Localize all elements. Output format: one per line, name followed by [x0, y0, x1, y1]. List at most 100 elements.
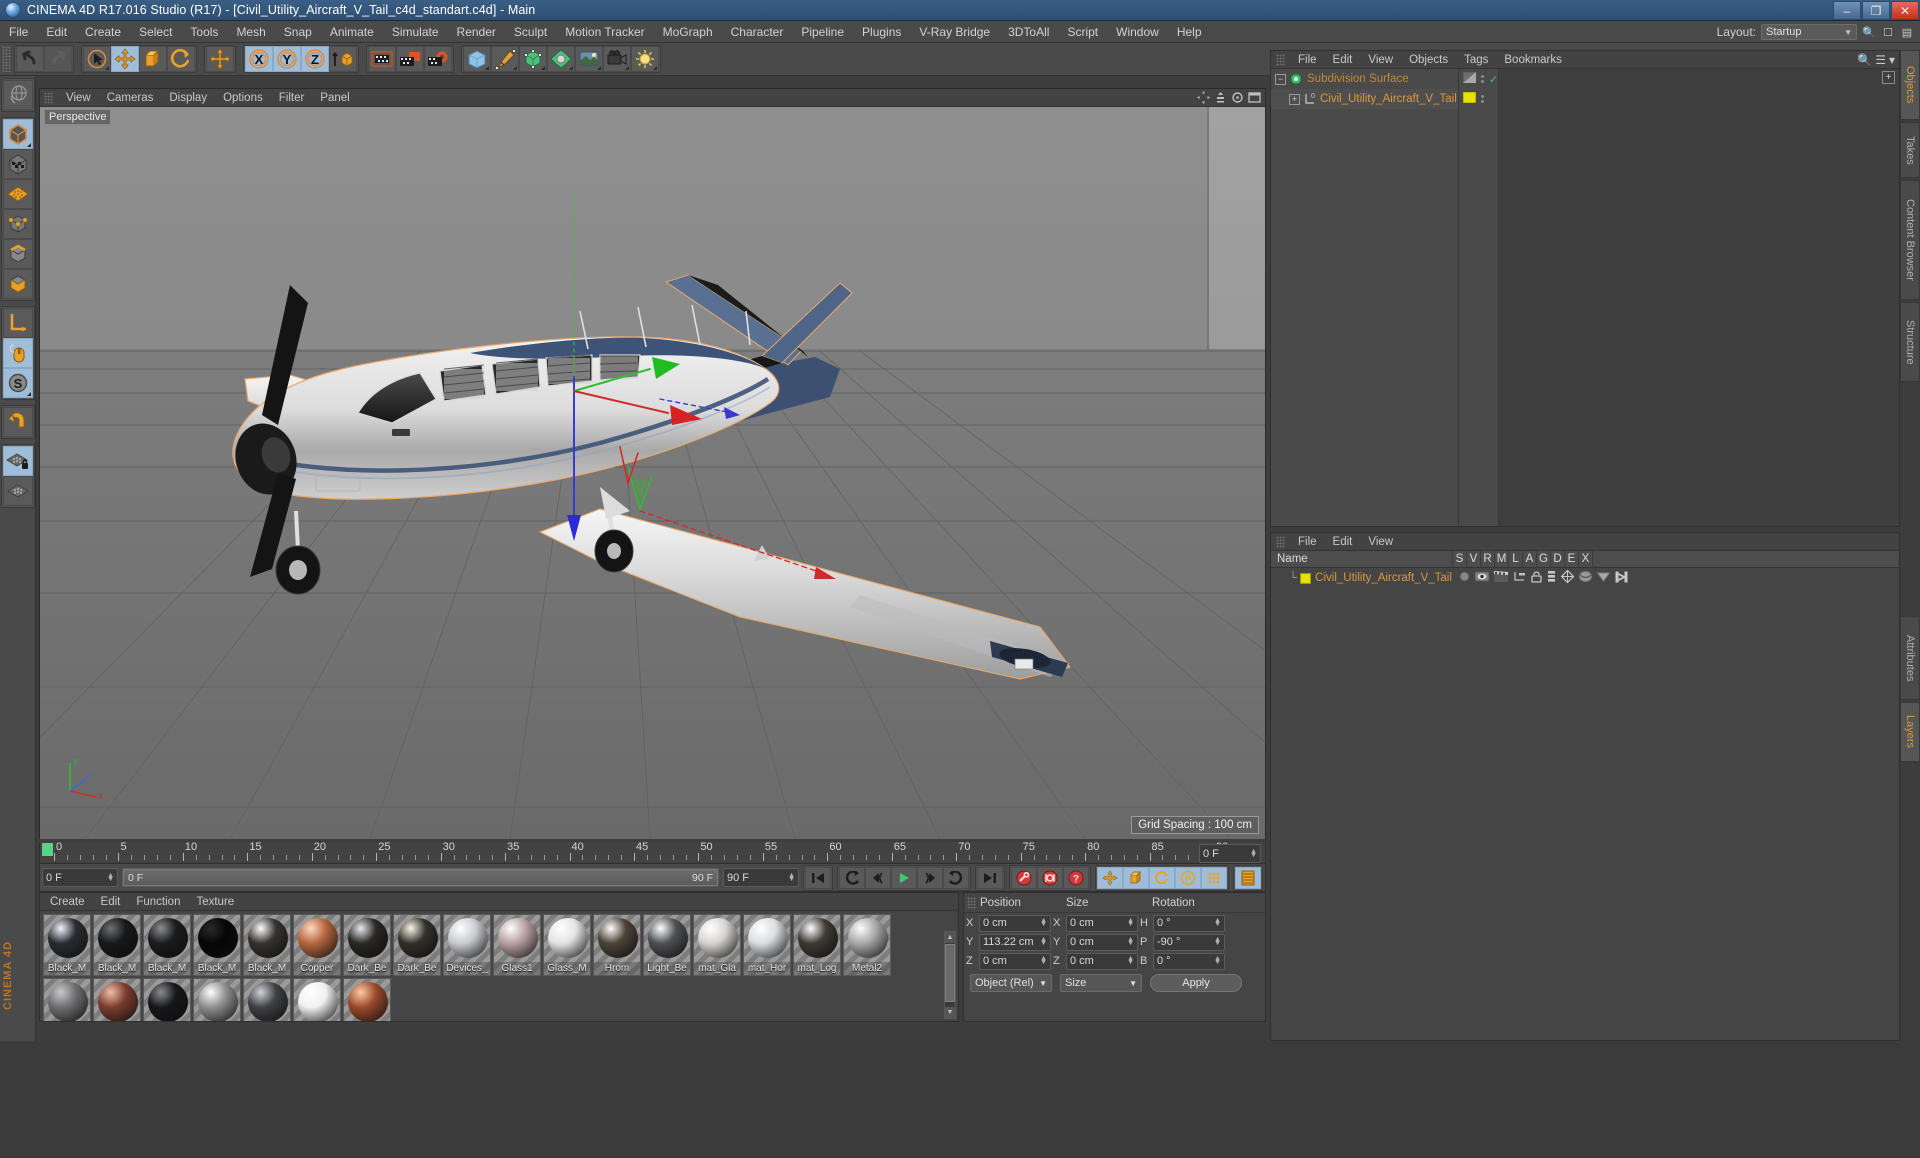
step-back-button[interactable]	[865, 866, 891, 889]
menu-item-edit[interactable]: Edit	[37, 21, 76, 43]
material-swatch[interactable]	[193, 978, 241, 1021]
spinner-icon[interactable]: ▲ ▼	[1040, 955, 1047, 966]
material-swatch[interactable]	[243, 978, 291, 1021]
tab-layers[interactable]: Layers	[1900, 702, 1920, 762]
animation-icon[interactable]	[1547, 570, 1556, 586]
material-swatch[interactable]: Glass_M	[543, 914, 591, 976]
layer-name-cell[interactable]: └ Civil_Utility_Aircraft_V_Tail	[1271, 572, 1453, 584]
undo-view-button[interactable]	[2, 80, 33, 110]
go-to-end-button[interactable]	[977, 866, 1003, 889]
size-x-field[interactable]: 0 cm ▲ ▼	[1066, 914, 1138, 932]
visible-eye-icon[interactable]	[1474, 571, 1490, 585]
scroll-down-icon[interactable]: ▼	[945, 1007, 955, 1018]
viewport-menu-panel[interactable]: Panel	[312, 89, 357, 107]
viewport-menu-cameras[interactable]: Cameras	[99, 89, 162, 107]
object-manager-grip[interactable]	[1276, 53, 1285, 66]
points-mode-button[interactable]	[2, 209, 33, 239]
viewport-maximize-icon[interactable]	[1248, 91, 1261, 107]
material-menu-create[interactable]: Create	[42, 893, 93, 911]
menu-item-file[interactable]: File	[0, 21, 37, 43]
layer-menu-file[interactable]: File	[1290, 533, 1325, 551]
layer-menu-view[interactable]: View	[1360, 533, 1401, 551]
step-forward-button[interactable]	[917, 866, 943, 889]
solo-dot-icon[interactable]	[1459, 571, 1470, 585]
material-swatch[interactable]: mat_Log	[793, 914, 841, 976]
timeline-range-scrollbar[interactable]: 0 F 90 F	[122, 868, 719, 887]
check-icon[interactable]: ✓	[1489, 73, 1498, 86]
position-y-field[interactable]: 113.22 cm ▲ ▼	[979, 933, 1051, 951]
object-menu-edit[interactable]: Edit	[1325, 51, 1361, 69]
spinner-icon[interactable]: ▲ ▼	[1127, 917, 1134, 928]
menu-item-simulate[interactable]: Simulate	[383, 21, 448, 43]
record-pla-button[interactable]	[1201, 866, 1227, 889]
spinner-icon[interactable]: ▲ ▼	[1214, 936, 1221, 947]
menu-item-motion-tracker[interactable]: Motion Tracker	[556, 21, 653, 43]
material-scrollbar[interactable]: ▲ ▼	[944, 931, 956, 1019]
size-z-field[interactable]: 0 cm ▲ ▼	[1066, 952, 1138, 970]
model-mode-button[interactable]	[2, 119, 33, 149]
material-swatch[interactable]: Metal2	[843, 914, 891, 976]
magnet-tool-button[interactable]	[2, 407, 33, 437]
material-swatch[interactable]: Black_M	[143, 914, 191, 976]
viewport-3d-canvas[interactable]: Perspective Grid Spacing : 100 cm Y X Z	[40, 107, 1265, 839]
object-tag-column[interactable]: ✓	[1459, 69, 1499, 526]
menu-item-3dtoall[interactable]: 3DToAll	[999, 21, 1058, 43]
texture-mode-button[interactable]	[2, 149, 33, 179]
object-row-subdivision-surface[interactable]: − Subdivision Surface	[1271, 69, 1458, 89]
material-swatch[interactable]: Metal2_	[43, 978, 91, 1021]
tab-attributes[interactable]: Attributes	[1900, 616, 1920, 700]
add-environment-button[interactable]	[575, 46, 603, 72]
render-clapper-icon[interactable]	[1494, 571, 1508, 585]
position-x-field[interactable]: 0 cm ▲ ▼	[979, 914, 1051, 932]
timeline-ruler[interactable]: 051015202530354045505560657075808590 0 F…	[40, 841, 1265, 863]
menu-item-create[interactable]: Create	[76, 21, 130, 43]
tab-objects[interactable]: Objects	[1900, 50, 1920, 120]
size-mode-dropdown[interactable]: Size ▼	[1060, 974, 1142, 992]
material-swatch[interactable]: Black_M	[193, 914, 241, 976]
spinner-icon[interactable]: ▲ ▼	[1127, 936, 1134, 947]
add-camera-button[interactable]	[603, 46, 631, 72]
spinner-icon[interactable]: ▲ ▼	[1127, 955, 1134, 966]
material-swatch[interactable]: Devices_	[443, 914, 491, 976]
visibility-toggle-dots[interactable]	[1481, 75, 1484, 83]
spinner-icon[interactable]: ▲ ▼	[1040, 917, 1047, 928]
material-swatch[interactable]: Copper	[293, 914, 341, 976]
spinner-icon[interactable]: ▲ ▼	[1040, 936, 1047, 947]
menu-item-tools[interactable]: Tools	[181, 21, 227, 43]
keyframe-selection-button[interactable]: ?	[1063, 866, 1089, 889]
filter-icon[interactable]: ☰	[1875, 53, 1886, 67]
manager-visibility-icon[interactable]	[1513, 571, 1526, 585]
end-frame-field[interactable]: 90 F ▲ ▼	[723, 868, 799, 887]
search-icon[interactable]: 🔍	[1857, 53, 1872, 67]
material-swatch[interactable]	[343, 978, 391, 1021]
material-swatch[interactable]: Hrom	[593, 914, 641, 976]
material-swatch[interactable]: Black_M	[243, 914, 291, 976]
viewport-menu-display[interactable]: Display	[161, 89, 215, 107]
menu-item-snap[interactable]: Snap	[275, 21, 321, 43]
generator-icon[interactable]	[1560, 569, 1575, 586]
workplane-mode-button[interactable]	[2, 179, 33, 209]
object-menu-bookmarks[interactable]: Bookmarks	[1496, 51, 1570, 69]
record-rotation-button[interactable]	[1149, 866, 1175, 889]
menu-item-vray-bridge[interactable]: V-Ray Bridge	[910, 21, 999, 43]
timeline-current-frame-field[interactable]: 0 F ▲ ▼	[1199, 844, 1261, 863]
material-swatch[interactable]	[143, 978, 191, 1021]
menu-item-pipeline[interactable]: Pipeline	[792, 21, 853, 43]
viewport-grip[interactable]	[44, 91, 53, 104]
maximize-button[interactable]: ❐	[1862, 1, 1890, 20]
material-tag-icon[interactable]	[1462, 91, 1477, 106]
animation-mode-button[interactable]	[1235, 866, 1261, 889]
workplane-grid-button[interactable]	[2, 476, 33, 506]
rotate-tool-button[interactable]	[167, 46, 195, 72]
panel-menu-icon[interactable]: ▾	[1889, 53, 1895, 67]
scroll-up-icon[interactable]: ▲	[945, 932, 955, 943]
live-selection-tool-button[interactable]	[83, 46, 111, 72]
material-swatch[interactable]: mat_Gla	[693, 914, 741, 976]
visibility-dot-icon[interactable]	[1462, 71, 1477, 86]
spinner-icon[interactable]: ▲ ▼	[1214, 917, 1221, 928]
material-swatch[interactable]: Dark_Be	[343, 914, 391, 976]
spinner-icon[interactable]: ▲ ▼	[1250, 848, 1257, 859]
search-icon[interactable]: 🔍	[1862, 25, 1876, 39]
rotation-b-field[interactable]: 0 ° ▲ ▼	[1153, 952, 1225, 970]
expander-icon[interactable]: −	[1275, 73, 1286, 85]
